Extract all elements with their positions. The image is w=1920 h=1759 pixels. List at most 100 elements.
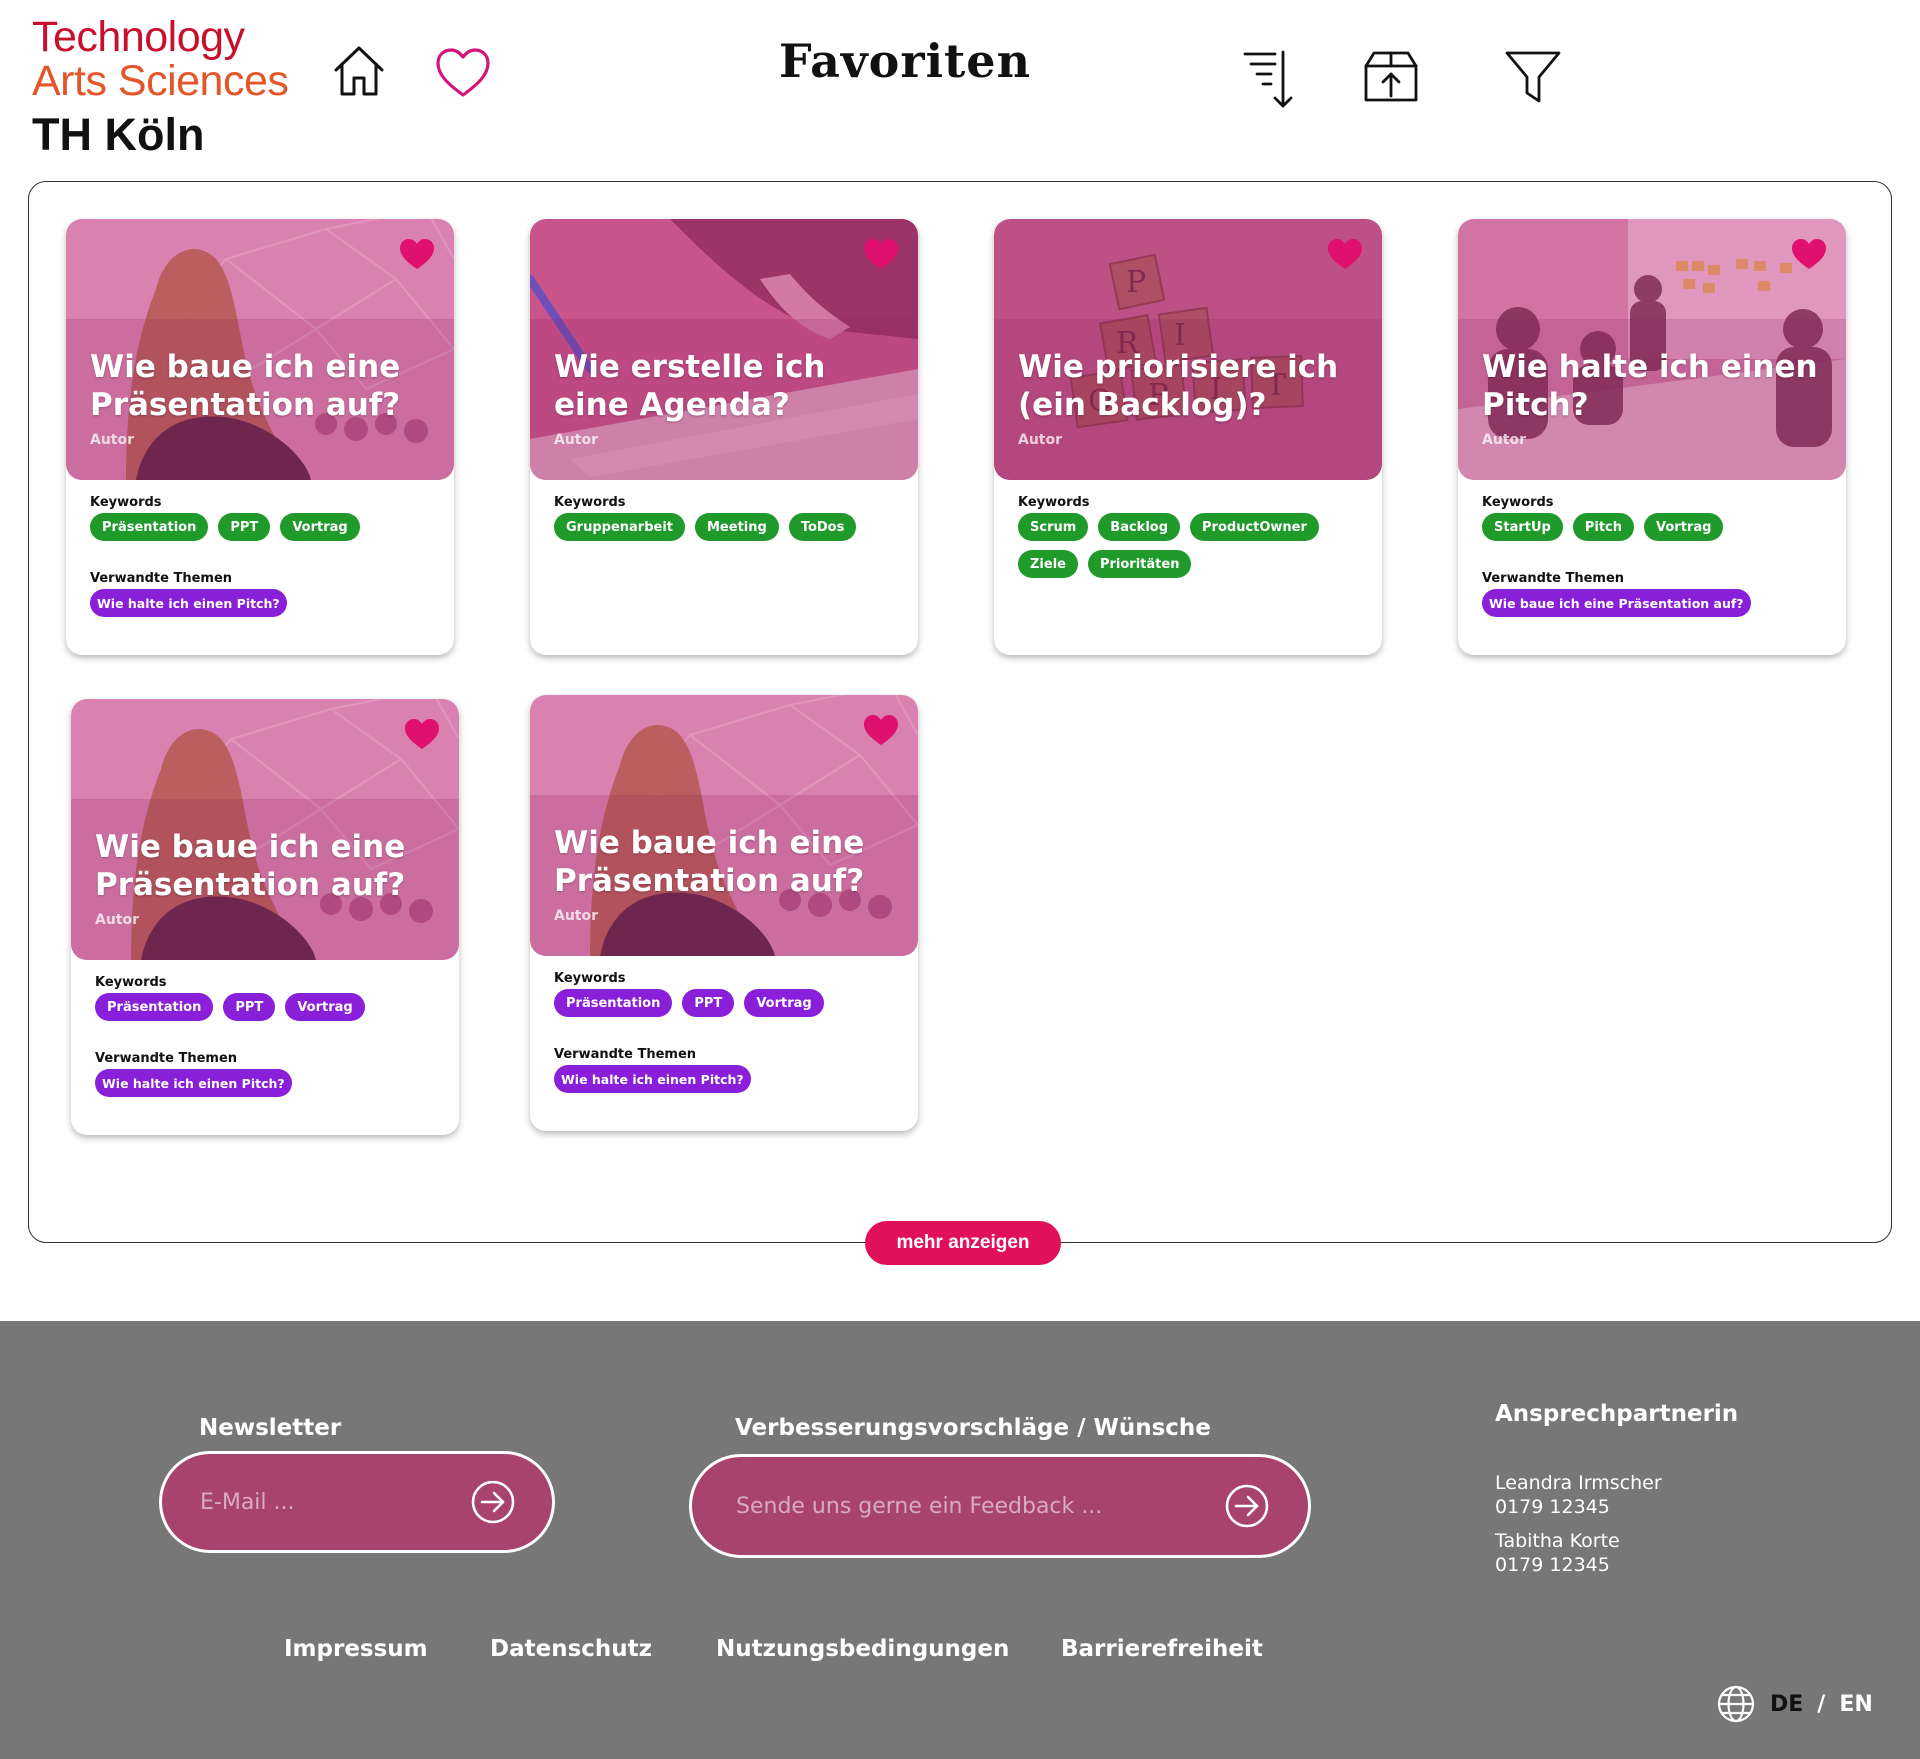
keyword-chip[interactable]: Backlog <box>1098 513 1181 541</box>
contact-entry: Tabitha Korte 0179 12345 <box>1495 1529 1620 1577</box>
keyword-chip[interactable]: Prioritäten <box>1087 550 1192 578</box>
keyword-list: Scrum Backlog ProductOwner Ziele Prioritäten <box>1018 513 1368 578</box>
card-author: Autor <box>554 432 599 448</box>
topic-card[interactable]: Wie halte ich einen Pitch? Autor Keyword… <box>1458 219 1846 655</box>
keyword-chip[interactable]: PPT <box>218 513 271 541</box>
footer-link-nutzungsbedingungen[interactable]: Nutzungsbedingungen <box>716 1636 1009 1662</box>
keyword-chip[interactable]: Vortrag <box>744 989 824 1017</box>
favorites-button[interactable] <box>430 42 496 104</box>
feedback-label: Verbesserungsvorschläge / Wünsche <box>735 1415 1211 1441</box>
export-button[interactable] <box>1358 46 1424 108</box>
related-topics-label: Verwandte Themen <box>554 1047 697 1062</box>
keyword-list: Präsentation PPT Vortrag <box>554 989 904 1017</box>
keyword-chip[interactable]: Pitch <box>1572 513 1635 541</box>
language-switcher: DE / EN <box>1716 1684 1873 1724</box>
keyword-chip[interactable]: ToDos <box>788 513 857 541</box>
card-image[interactable]: PRI ORIT Wie priorisiere ich (ein Backlo… <box>994 219 1382 480</box>
keyword-chip[interactable]: PPT <box>223 993 276 1021</box>
card-title[interactable]: Wie erstelle ich eine Agenda? <box>554 348 904 424</box>
language-en[interactable]: EN <box>1839 1692 1872 1717</box>
keyword-list: StartUp Pitch Vortrag <box>1482 513 1832 541</box>
card-image[interactable]: Wie erstelle ich eine Agenda? Autor <box>530 219 918 480</box>
related-topic-chip[interactable]: Wie halte ich einen Pitch? <box>90 589 287 617</box>
keyword-chip[interactable]: Präsentation <box>554 989 673 1017</box>
keywords-label: Keywords <box>554 495 626 510</box>
logo-line-th-koeln: TH Köln <box>32 109 205 160</box>
keyword-chip[interactable]: Präsentation <box>95 993 214 1021</box>
keyword-chip[interactable]: Gruppenarbeit <box>554 513 685 541</box>
card-author: Autor <box>90 432 135 448</box>
archive-upload-icon <box>1364 51 1418 102</box>
heart-filled-icon[interactable] <box>403 717 441 751</box>
feedback-input[interactable] <box>736 1493 1194 1519</box>
topic-card[interactable]: PRI ORIT Wie priorisiere ich (ein Backlo… <box>994 219 1382 655</box>
card-title[interactable]: Wie halte ich einen Pitch? <box>1482 348 1832 424</box>
sort-icon <box>1243 50 1293 108</box>
card-title[interactable]: Wie priorisiere ich (ein Backlog)? <box>1018 348 1368 424</box>
keywords-label: Keywords <box>1018 495 1090 510</box>
card-title[interactable]: Wie baue ich eine Präsentation auf? <box>90 348 440 424</box>
language-separator: / <box>1817 1691 1826 1717</box>
newsletter-email-input[interactable] <box>200 1489 482 1515</box>
arrow-right-circle-icon[interactable] <box>1224 1483 1270 1529</box>
topic-card[interactable]: Wie baue ich eine Präsentation auf? Auto… <box>530 695 918 1131</box>
related-topics-label: Verwandte Themen <box>95 1051 238 1066</box>
topic-card[interactable]: Wie baue ich eine Präsentation auf? Auto… <box>71 699 459 1135</box>
newsletter-form <box>159 1451 555 1553</box>
card-author: Autor <box>95 912 140 928</box>
topic-card[interactable]: Wie baue ich eine Präsentation auf? Auto… <box>66 219 454 655</box>
card-author: Autor <box>1482 432 1527 448</box>
keyword-list: Präsentation PPT Vortrag <box>90 513 440 541</box>
related-topic-chip[interactable]: Wie baue ich eine Präsentation auf? <box>1482 589 1751 617</box>
contact-name: Leandra Irmscher <box>1495 1472 1662 1494</box>
card-title[interactable]: Wie baue ich eine Präsentation auf? <box>95 828 445 904</box>
keyword-chip[interactable]: StartUp <box>1482 513 1563 541</box>
keyword-chip[interactable]: Vortrag <box>280 513 360 541</box>
home-button[interactable] <box>326 38 392 104</box>
topic-card[interactable]: Wie erstelle ich eine Agenda? Autor Keyw… <box>530 219 918 655</box>
keyword-chip[interactable]: PPT <box>682 989 735 1017</box>
heart-filled-icon[interactable] <box>862 713 900 747</box>
home-icon <box>334 46 384 96</box>
heart-filled-icon[interactable] <box>1790 237 1828 271</box>
card-image[interactable]: Wie baue ich eine Präsentation auf? Auto… <box>66 219 454 480</box>
keyword-list: Präsentation PPT Vortrag <box>95 993 445 1021</box>
sort-button[interactable] <box>1236 44 1302 114</box>
card-author: Autor <box>1018 432 1063 448</box>
keyword-chip[interactable]: Scrum <box>1018 513 1089 541</box>
footer: Newsletter Verbesserungsvorschläge / Wün… <box>0 1321 1920 1759</box>
keyword-chip[interactable]: Ziele <box>1018 550 1078 578</box>
card-image[interactable]: Wie baue ich eine Präsentation auf? Auto… <box>71 699 459 960</box>
card-image[interactable]: Wie baue ich eine Präsentation auf? Auto… <box>530 695 918 956</box>
filter-button[interactable] <box>1502 48 1564 106</box>
heart-filled-icon[interactable] <box>398 237 436 271</box>
footer-link-datenschutz[interactable]: Datenschutz <box>490 1636 652 1662</box>
arrow-right-circle-icon[interactable] <box>470 1479 516 1525</box>
keyword-chip[interactable]: Vortrag <box>1644 513 1724 541</box>
card-image[interactable]: Wie halte ich einen Pitch? Autor <box>1458 219 1846 480</box>
th-koeln-logo[interactable]: Technology Arts Sciences TH Köln <box>32 16 289 160</box>
heart-filled-icon[interactable] <box>862 237 900 271</box>
keywords-label: Keywords <box>554 971 626 986</box>
footer-link-barrierefreiheit[interactable]: Barrierefreiheit <box>1061 1636 1263 1662</box>
language-de[interactable]: DE <box>1770 1692 1803 1717</box>
related-topic-chip[interactable]: Wie halte ich einen Pitch? <box>95 1069 292 1097</box>
show-more-button[interactable]: mehr anzeigen <box>865 1221 1061 1265</box>
related-topics-label: Verwandte Themen <box>90 571 233 586</box>
keywords-label: Keywords <box>1482 495 1554 510</box>
heart-outline-icon <box>436 48 490 97</box>
logo-line-arts-sciences: Arts Sciences <box>32 57 289 105</box>
related-topic-chip[interactable]: Wie halte ich einen Pitch? <box>554 1065 751 1093</box>
keyword-chip[interactable]: Meeting <box>695 513 779 541</box>
keyword-chip[interactable]: ProductOwner <box>1190 513 1319 541</box>
footer-link-impressum[interactable]: Impressum <box>284 1636 428 1662</box>
card-title[interactable]: Wie baue ich eine Präsentation auf? <box>554 824 904 900</box>
card-author: Autor <box>554 908 599 924</box>
keyword-chip[interactable]: Vortrag <box>285 993 365 1021</box>
globe-icon[interactable] <box>1716 1684 1756 1724</box>
keyword-chip[interactable]: Präsentation <box>90 513 209 541</box>
heart-filled-icon[interactable] <box>1326 237 1364 271</box>
related-topics-label: Verwandte Themen <box>1482 571 1625 586</box>
contact-phone: 0179 12345 <box>1495 1496 1610 1518</box>
contact-entry: Leandra Irmscher 0179 12345 <box>1495 1471 1662 1519</box>
